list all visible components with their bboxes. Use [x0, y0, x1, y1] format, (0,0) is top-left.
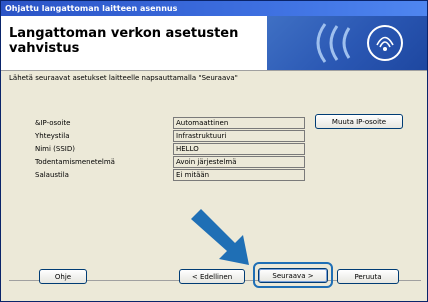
ssid-label: Nimi (SSID) — [35, 145, 75, 153]
wireless-banner — [267, 16, 427, 70]
connection-mode-label: Yhteystila — [35, 132, 70, 140]
window-titlebar: Ohjattu langattoman laitteen asennus — [1, 1, 427, 16]
page-title: Langattoman verkon asetusten vahvistus — [9, 26, 239, 56]
change-ip-button[interactable]: Muuta IP-osoite — [315, 114, 403, 129]
help-button[interactable]: Ohje — [39, 269, 87, 284]
ip-address-label: &IP-osoite — [35, 119, 71, 127]
instruction-text: Lähetä seuraavat asetukset laitteelle na… — [9, 74, 238, 82]
encryption-label: Salaustila — [35, 171, 69, 179]
pointer-arrow-icon — [191, 209, 249, 265]
wizard-header: Langattoman verkon asetusten vahvistus — [1, 16, 427, 71]
next-button[interactable]: Seuraava > — [258, 268, 328, 283]
connection-mode-value: Infrastruktuuri — [173, 130, 305, 142]
authentication-value: Avoin järjestelmä — [173, 156, 305, 168]
ssid-value: HELLO — [173, 143, 305, 155]
wireless-signal-icon — [316, 23, 403, 63]
encryption-value: Ei mitään — [173, 169, 305, 181]
cancel-button[interactable]: Peruuta — [337, 269, 399, 284]
back-button[interactable]: < Edellinen — [179, 269, 245, 284]
ip-address-value: Automaattinen — [173, 117, 305, 129]
wizard-window: Ohjattu langattoman laitteen asennus Lan… — [0, 0, 428, 302]
authentication-label: Todentamismenetelmä — [35, 158, 115, 166]
